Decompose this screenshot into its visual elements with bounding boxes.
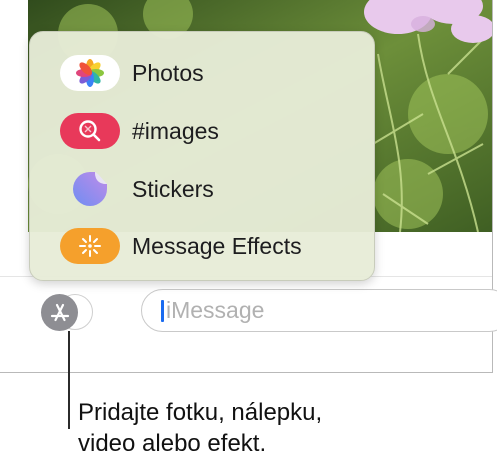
callout-caption: Pridajte fotku, nálepku, video alebo efe… (78, 397, 497, 459)
text-caret (161, 300, 164, 322)
menu-item-stickers[interactable]: Stickers (60, 167, 360, 211)
menu-item-label: #images (132, 117, 219, 144)
menu-item-label: Stickers (132, 175, 214, 202)
message-field[interactable] (141, 289, 497, 332)
apps-button[interactable] (41, 292, 93, 331)
photos-icon (60, 55, 120, 91)
app-store-icon (41, 294, 78, 331)
menu-item-label: Photos (132, 59, 204, 86)
menu-item-label: Message Effects (132, 232, 302, 259)
sparkle-icon (60, 228, 120, 264)
apps-menu: Photos #images Stickers Message Effects (29, 31, 375, 281)
images-search-icon (60, 113, 120, 149)
menu-item-photos[interactable]: Photos (60, 51, 360, 95)
menu-item-message-effects[interactable]: Message Effects (60, 224, 360, 268)
callout-line-2: video alebo efekt. (78, 430, 267, 457)
message-input[interactable] (166, 290, 486, 331)
menu-item-images[interactable]: #images (60, 109, 360, 153)
callout-line (68, 331, 70, 429)
callout-line-1: Pridajte fotku, nálepku, (78, 399, 323, 426)
stickers-icon (60, 171, 120, 207)
